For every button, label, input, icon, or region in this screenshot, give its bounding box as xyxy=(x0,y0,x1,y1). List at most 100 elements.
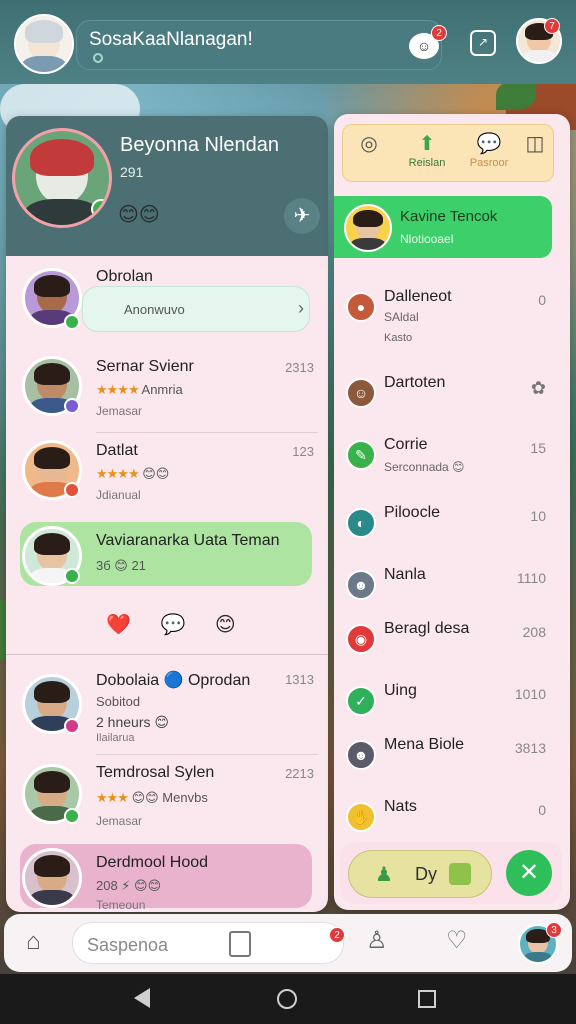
list-item[interactable]: Sernar Svienr 2313 ★★★★ Anmria Jemasar xyxy=(6,352,328,436)
leaf-decoration xyxy=(496,80,536,110)
rating-stars: ★★★★ 😊😊 xyxy=(96,466,170,481)
side-list-item[interactable]: ◉ Beragl desa 208 xyxy=(334,612,570,666)
side-list-item[interactable]: ◐ Piloocle 10 xyxy=(334,496,570,550)
side-list-item[interactable]: ● Dalleneot SAldal Kasto 0 xyxy=(334,280,570,360)
dy-button[interactable]: ♟ Dy xyxy=(348,850,492,898)
close-button[interactable]: ✕ xyxy=(506,850,552,896)
contact-name: Obrolan xyxy=(96,268,153,285)
system-nav-bar xyxy=(0,974,576,1024)
message-preview: Menvbs xyxy=(162,790,208,805)
bookmark-icon[interactable] xyxy=(229,931,251,957)
item-label: Piloocle xyxy=(384,504,441,521)
tab-layout[interactable]: ◫ xyxy=(517,131,553,157)
message-preview: 208 ⚡ 😊😊 xyxy=(96,878,162,893)
tab-pasroor[interactable]: 💬 Pasroor xyxy=(459,131,519,169)
message-sub: Jemasar xyxy=(96,814,143,828)
item-count: 0 xyxy=(538,802,546,818)
home-circle-icon[interactable] xyxy=(277,989,297,1009)
item-label: Nats xyxy=(384,798,417,815)
side-list-item[interactable]: ✎ Corrie Serconnada 😊 15 xyxy=(334,428,570,488)
item-count: 1110 xyxy=(516,570,546,586)
item-count: 10 xyxy=(530,508,546,524)
list-item[interactable]: Temdrosal Sylen 2213 ★★★ 😊😊 Menvbs Jemas… xyxy=(6,756,328,846)
top-bar: SosaKaaNlanagan! ☺ 2 ↗ 7 xyxy=(0,0,576,84)
rating-stars: ★★★ xyxy=(96,790,129,805)
top-search-bar[interactable]: SosaKaaNlanagan! ☺ 2 xyxy=(76,20,447,70)
profile-count: 291 xyxy=(120,164,144,180)
list-item[interactable]: Datlat 123 ★★★★ 😊😊 Jdianual xyxy=(6,436,328,518)
side-list-item[interactable]: ✋ Nats 0 xyxy=(334,790,570,844)
side-action-bar: ♟ Dy ✕ xyxy=(340,842,562,904)
reaction-row[interactable]: ❤️ 💬 😊 xyxy=(106,612,248,637)
message-preview: Sobitod xyxy=(96,694,141,709)
profile-picture[interactable] xyxy=(12,128,112,228)
recents-icon[interactable] xyxy=(418,990,436,1008)
side-list-item[interactable]: ☺ Dartoten ✿ xyxy=(334,366,570,420)
profile-badge: 3 xyxy=(546,922,562,938)
search-field[interactable]: Saspenoa 2 xyxy=(72,922,345,964)
item-label: Uing xyxy=(384,682,417,699)
list-item[interactable]: Obrolan Anonwuvo › xyxy=(6,256,328,356)
check-icon: ✓ xyxy=(346,686,376,716)
online-status-icon xyxy=(64,568,80,584)
item-count: 3813 xyxy=(514,740,546,756)
message-sub: Temeoun xyxy=(96,898,146,912)
list-item[interactable]: Dobolaia 🔵 Oprodan 1313 Sobitod 2 hneurs… xyxy=(6,666,328,756)
heart-icon[interactable]: ♡ xyxy=(446,926,468,955)
message-preview: Anmria xyxy=(141,382,183,397)
contact-name: Derdmool Hood xyxy=(96,854,209,871)
list-item-highlighted[interactable]: Vaviaranarka Uata Teman 3б 😊 21 xyxy=(6,520,328,604)
message-sub: 2 hneurs 😊 xyxy=(96,714,169,730)
item-count: 15 xyxy=(530,440,546,456)
bottom-tab-bar: ⌂ Saspenoa 2 ♙ ♡ 3 xyxy=(4,914,572,972)
message-sub: Ilailarua xyxy=(96,732,135,744)
online-status-icon xyxy=(64,808,80,824)
side-tab-bar: ◎ ⬆ Reislan 💬 Pasroor ◫ xyxy=(342,124,554,182)
item-sub: Serconnada 😊 xyxy=(384,460,465,474)
timestamp: 2213 xyxy=(285,766,314,781)
tab-explore[interactable]: ◎ xyxy=(349,131,389,157)
user-icon: ♟ xyxy=(375,864,393,886)
active-conversation[interactable]: Kavine Tencok Nlotiooael xyxy=(334,196,552,258)
item-sub: Kasto xyxy=(384,332,413,344)
item-label: Dalleneot xyxy=(384,288,452,305)
list-item-highlighted[interactable]: Derdmool Hood 208 ⚡ 😊😊 Temeoun xyxy=(6,842,328,912)
contact-status: Nlotiooael xyxy=(400,232,454,246)
share-icon[interactable]: ✈ xyxy=(284,198,320,234)
hand-icon: ✋ xyxy=(346,802,376,832)
contact-name: Sernar Svienr xyxy=(96,358,194,375)
side-list-item[interactable]: ✓ Uing 1010 xyxy=(334,674,570,728)
contact-name: Datlat xyxy=(96,442,138,459)
online-status-icon xyxy=(64,314,80,330)
person-icon[interactable]: ♙ xyxy=(366,926,388,955)
user-avatar[interactable] xyxy=(14,14,74,74)
profile-emojis: 😊😊 xyxy=(118,204,160,226)
item-count: 0 xyxy=(538,292,546,308)
home-icon[interactable]: ⌂ xyxy=(26,928,41,956)
item-count: 208 xyxy=(522,624,546,640)
item-label: Mena Biole xyxy=(384,736,465,753)
timestamp: 123 xyxy=(292,444,314,459)
timestamp: 2313 xyxy=(285,360,314,375)
side-list-item[interactable]: ☻ Mena Biole 3813 xyxy=(334,728,570,782)
chat-list-panel: Beyonna Nlendan 291 😊😊 ✈ Obrolan Anonwuv… xyxy=(6,116,328,912)
contact-name: Temdrosal Sylen xyxy=(96,764,215,781)
notification-badge: 2 xyxy=(431,25,447,41)
puzzle-icon[interactable]: ✿ xyxy=(531,378,546,399)
profile-icon: ☺ xyxy=(346,378,376,408)
chat-icon: 💬 xyxy=(476,133,502,155)
side-list-item[interactable]: ☻ Nanla 1110 xyxy=(334,558,570,612)
chevron-right-icon[interactable]: › xyxy=(298,298,304,319)
timestamp: 1313 xyxy=(285,672,314,687)
tab-reislan[interactable]: ⬆ Reislan xyxy=(397,131,457,169)
status-icon xyxy=(64,718,80,734)
edit-icon: ✎ xyxy=(346,440,376,470)
avatar-icon: ● xyxy=(346,292,376,322)
app-title: SosaKaaNlanagan! xyxy=(89,29,253,50)
back-icon[interactable] xyxy=(134,988,150,1008)
item-label: Beragl desa xyxy=(384,620,470,637)
compose-icon[interactable]: ↗ xyxy=(470,30,496,56)
profile-badge: 7 xyxy=(544,18,560,34)
globe-icon xyxy=(93,53,103,63)
verified-icon xyxy=(91,199,109,219)
